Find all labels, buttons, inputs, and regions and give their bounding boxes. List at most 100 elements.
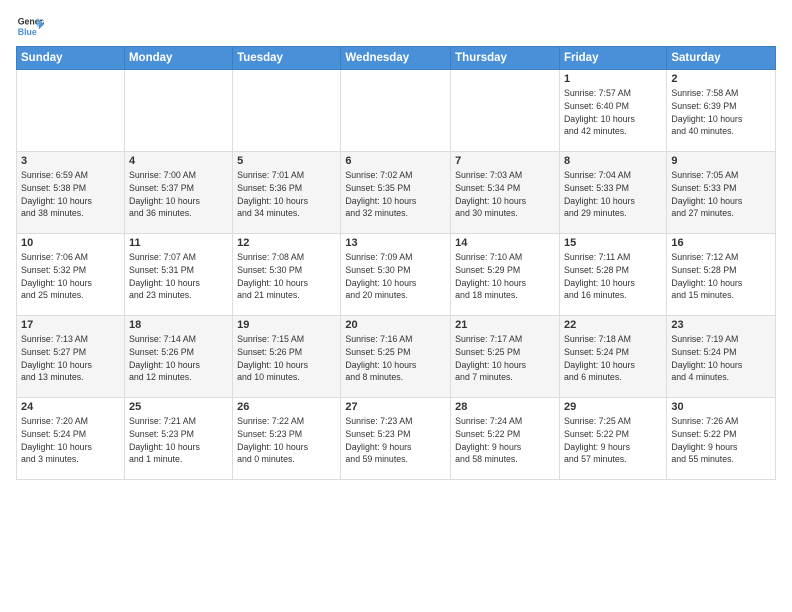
day-info: Sunrise: 7:57 AM Sunset: 6:40 PM Dayligh…: [564, 87, 662, 138]
calendar-cell: 5 Sunrise: 7:01 AM Sunset: 5:36 PM Daylig…: [233, 152, 341, 234]
day-info: Sunrise: 7:13 AM Sunset: 5:27 PM Dayligh…: [21, 333, 120, 384]
day-number: 16: [671, 237, 771, 249]
day-number: 27: [345, 401, 446, 413]
day-number: 10: [21, 237, 120, 249]
calendar-cell: [124, 70, 232, 152]
calendar-cell: [451, 70, 560, 152]
day-info: Sunrise: 7:15 AM Sunset: 5:26 PM Dayligh…: [237, 333, 336, 384]
calendar-cell: 30Sunrise: 7:26 AM Sunset: 5:22 PM Dayli…: [667, 398, 776, 480]
calendar-cell: 29 Sunrise: 7:25 AM Sunset: 5:22 PM Dayli…: [559, 398, 666, 480]
day-info: Sunrise: 7:08 AM Sunset: 5:30 PM Dayligh…: [237, 251, 336, 302]
day-info: Sunrise: 7:04 AM Sunset: 5:33 PM Dayligh…: [564, 169, 662, 220]
day-number: 23: [671, 319, 771, 331]
day-info: Sunrise: 7:11 AM Sunset: 5:28 PM Dayligh…: [564, 251, 662, 302]
calendar-cell: 26 Sunrise: 7:22 AM Sunset: 5:23 PM Dayli…: [233, 398, 341, 480]
week-row-4: 24 Sunrise: 7:20 AM Sunset: 5:24 PM Dayli…: [17, 398, 776, 480]
header: General Blue: [16, 12, 776, 40]
day-number: 9: [671, 155, 771, 167]
day-info: Sunrise: 7:21 AM Sunset: 5:23 PM Dayligh…: [129, 415, 228, 466]
day-info: Sunrise: 7:25 AM Sunset: 5:22 PM Dayligh…: [564, 415, 662, 466]
calendar-cell: 23 Sunrise: 7:19 AM Sunset: 5:24 PM Dayli…: [667, 316, 776, 398]
svg-text:Blue: Blue: [18, 27, 37, 37]
day-info: Sunrise: 7:22 AM Sunset: 5:23 PM Dayligh…: [237, 415, 336, 466]
week-row-0: 1Sunrise: 7:57 AM Sunset: 6:40 PM Daylig…: [17, 70, 776, 152]
calendar-cell: 24 Sunrise: 7:20 AM Sunset: 5:24 PM Dayli…: [17, 398, 125, 480]
calendar-cell: 2Sunrise: 7:58 AM Sunset: 6:39 PM Daylig…: [667, 70, 776, 152]
calendar-cell: 15 Sunrise: 7:11 AM Sunset: 5:28 PM Dayli…: [559, 234, 666, 316]
calendar-cell: 22 Sunrise: 7:18 AM Sunset: 5:24 PM Dayli…: [559, 316, 666, 398]
day-number: 3: [21, 155, 120, 167]
calendar-cell: 14 Sunrise: 7:10 AM Sunset: 5:29 PM Dayli…: [451, 234, 560, 316]
day-number: 21: [455, 319, 555, 331]
day-number: 20: [345, 319, 446, 331]
calendar-cell: 4 Sunrise: 7:00 AM Sunset: 5:37 PM Daylig…: [124, 152, 232, 234]
week-row-2: 10 Sunrise: 7:06 AM Sunset: 5:32 PM Dayli…: [17, 234, 776, 316]
day-number: 24: [21, 401, 120, 413]
calendar-cell: 25 Sunrise: 7:21 AM Sunset: 5:23 PM Dayli…: [124, 398, 232, 480]
logo: General Blue: [16, 12, 48, 40]
calendar-cell: 6Sunrise: 7:02 AM Sunset: 5:35 PM Daylig…: [341, 152, 451, 234]
day-number: 14: [455, 237, 555, 249]
week-row-1: 3Sunrise: 6:59 AM Sunset: 5:38 PM Daylig…: [17, 152, 776, 234]
day-number: 15: [564, 237, 662, 249]
day-info: Sunrise: 7:05 AM Sunset: 5:33 PM Dayligh…: [671, 169, 771, 220]
day-number: 26: [237, 401, 336, 413]
weekday-header-tuesday: Tuesday: [233, 47, 341, 70]
calendar-cell: 10 Sunrise: 7:06 AM Sunset: 5:32 PM Dayli…: [17, 234, 125, 316]
calendar-cell: 19 Sunrise: 7:15 AM Sunset: 5:26 PM Dayli…: [233, 316, 341, 398]
day-info: Sunrise: 7:09 AM Sunset: 5:30 PM Dayligh…: [345, 251, 446, 302]
day-number: 5: [237, 155, 336, 167]
weekday-header-wednesday: Wednesday: [341, 47, 451, 70]
day-number: 17: [21, 319, 120, 331]
day-number: 29: [564, 401, 662, 413]
day-info: Sunrise: 7:03 AM Sunset: 5:34 PM Dayligh…: [455, 169, 555, 220]
day-number: 25: [129, 401, 228, 413]
day-number: 22: [564, 319, 662, 331]
calendar-cell: 7 Sunrise: 7:03 AM Sunset: 5:34 PM Daylig…: [451, 152, 560, 234]
day-info: Sunrise: 7:17 AM Sunset: 5:25 PM Dayligh…: [455, 333, 555, 384]
day-number: 12: [237, 237, 336, 249]
weekday-header-sunday: Sunday: [17, 47, 125, 70]
calendar-cell: 13 Sunrise: 7:09 AM Sunset: 5:30 PM Dayli…: [341, 234, 451, 316]
weekday-header-monday: Monday: [124, 47, 232, 70]
day-info: Sunrise: 7:10 AM Sunset: 5:29 PM Dayligh…: [455, 251, 555, 302]
day-number: 2: [671, 73, 771, 85]
calendar: SundayMondayTuesdayWednesdayThursdayFrid…: [16, 46, 776, 480]
day-info: Sunrise: 7:00 AM Sunset: 5:37 PM Dayligh…: [129, 169, 228, 220]
day-number: 28: [455, 401, 555, 413]
calendar-cell: 20 Sunrise: 7:16 AM Sunset: 5:25 PM Dayli…: [341, 316, 451, 398]
logo-icon: General Blue: [16, 12, 44, 40]
calendar-cell: 28 Sunrise: 7:24 AM Sunset: 5:22 PM Dayli…: [451, 398, 560, 480]
weekday-header-row: SundayMondayTuesdayWednesdayThursdayFrid…: [17, 47, 776, 70]
day-info: Sunrise: 7:12 AM Sunset: 5:28 PM Dayligh…: [671, 251, 771, 302]
calendar-cell: [17, 70, 125, 152]
page: General Blue SundayMondayTuesdayWednesda…: [0, 0, 792, 612]
day-number: 7: [455, 155, 555, 167]
day-info: Sunrise: 7:01 AM Sunset: 5:36 PM Dayligh…: [237, 169, 336, 220]
day-info: Sunrise: 7:20 AM Sunset: 5:24 PM Dayligh…: [21, 415, 120, 466]
calendar-cell: 8 Sunrise: 7:04 AM Sunset: 5:33 PM Daylig…: [559, 152, 666, 234]
day-info: Sunrise: 7:18 AM Sunset: 5:24 PM Dayligh…: [564, 333, 662, 384]
day-number: 30: [671, 401, 771, 413]
calendar-cell: [233, 70, 341, 152]
calendar-cell: 12 Sunrise: 7:08 AM Sunset: 5:30 PM Dayli…: [233, 234, 341, 316]
day-info: Sunrise: 7:24 AM Sunset: 5:22 PM Dayligh…: [455, 415, 555, 466]
weekday-header-friday: Friday: [559, 47, 666, 70]
day-info: Sunrise: 7:06 AM Sunset: 5:32 PM Dayligh…: [21, 251, 120, 302]
day-number: 11: [129, 237, 228, 249]
calendar-cell: 1Sunrise: 7:57 AM Sunset: 6:40 PM Daylig…: [559, 70, 666, 152]
day-info: Sunrise: 7:02 AM Sunset: 5:35 PM Dayligh…: [345, 169, 446, 220]
day-number: 13: [345, 237, 446, 249]
calendar-cell: 9 Sunrise: 7:05 AM Sunset: 5:33 PM Daylig…: [667, 152, 776, 234]
week-row-3: 17 Sunrise: 7:13 AM Sunset: 5:27 PM Dayli…: [17, 316, 776, 398]
weekday-header-thursday: Thursday: [451, 47, 560, 70]
day-number: 8: [564, 155, 662, 167]
calendar-cell: 18Sunrise: 7:14 AM Sunset: 5:26 PM Dayli…: [124, 316, 232, 398]
day-number: 19: [237, 319, 336, 331]
day-number: 4: [129, 155, 228, 167]
day-info: Sunrise: 7:14 AM Sunset: 5:26 PM Dayligh…: [129, 333, 228, 384]
day-info: Sunrise: 7:16 AM Sunset: 5:25 PM Dayligh…: [345, 333, 446, 384]
day-info: Sunrise: 7:19 AM Sunset: 5:24 PM Dayligh…: [671, 333, 771, 384]
weekday-header-saturday: Saturday: [667, 47, 776, 70]
calendar-cell: 21 Sunrise: 7:17 AM Sunset: 5:25 PM Dayli…: [451, 316, 560, 398]
